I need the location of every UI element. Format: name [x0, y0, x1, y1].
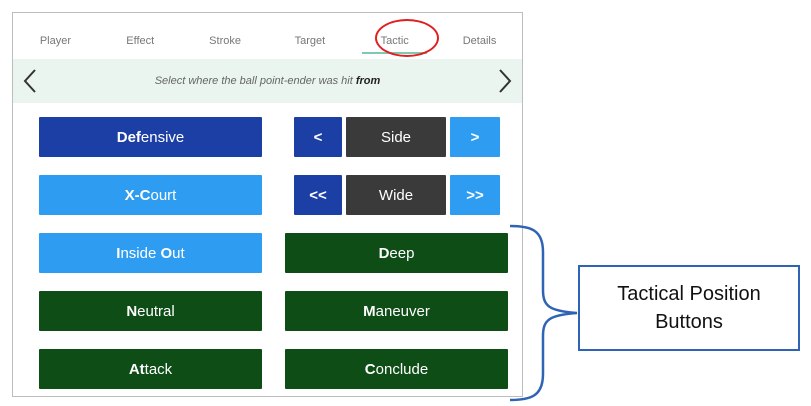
wide-value-display: Wide [346, 175, 446, 215]
wide-next-button[interactable]: >> [450, 175, 500, 215]
conclude-button[interactable]: Conclude [285, 349, 508, 389]
tactical-position-callout: Tactical Position Buttons [578, 265, 800, 351]
button-label-strong: D [378, 244, 390, 262]
button-label-strong: C [364, 360, 376, 378]
tab-bar: Player Effect Stroke Target Tactic Detai… [13, 13, 522, 57]
button-label: ourt [150, 186, 177, 204]
button-label-strong: N [126, 302, 138, 320]
deep-button[interactable]: Deep [285, 233, 508, 273]
button-label: ut [172, 244, 185, 262]
button-label-strong: X-C [124, 186, 151, 204]
button-label: Wide [378, 186, 414, 204]
button-label: eutral [137, 302, 175, 320]
button-label: Side [380, 128, 412, 146]
button-label: > [470, 128, 480, 146]
tab-label: Target [294, 35, 326, 47]
hint-bar: Select where the ball point-ender was hi… [13, 59, 522, 103]
tab-label: Player [39, 35, 71, 47]
button-label-strong: O [160, 244, 173, 262]
curly-bracket-icon [509, 224, 578, 402]
callout-line2: Buttons [655, 311, 723, 333]
tab-label: Stroke [209, 35, 241, 47]
tab-label: Details [462, 35, 497, 47]
button-label-strong: M [363, 302, 376, 320]
hint-emphasis: from [355, 75, 381, 87]
tab-details[interactable]: Details [437, 13, 522, 57]
attack-button[interactable]: At tack [39, 349, 262, 389]
button-label: nside [120, 244, 161, 262]
tab-label: Effect [126, 35, 155, 47]
tab-player[interactable]: Player [13, 13, 98, 57]
button-label: < [313, 128, 323, 146]
button-label-strong: At [128, 360, 145, 378]
button-label: aneuver [375, 302, 430, 320]
tab-label: Tactic [380, 35, 409, 47]
button-label: << [309, 186, 327, 204]
button-label: onclude [375, 360, 429, 378]
hint-text: Select where the ball point-ender was hi… [155, 75, 381, 87]
side-previous-button[interactable]: < [294, 117, 342, 157]
defensive-button[interactable]: Def ensive [39, 117, 262, 157]
callout-line1: Tactical Position [617, 283, 761, 305]
button-label: ensive [140, 128, 185, 146]
button-label: tack [144, 360, 173, 378]
wide-previous-button[interactable]: << [294, 175, 342, 215]
inside-out-button[interactable]: Inside Out [39, 233, 262, 273]
side-value-display: Side [346, 117, 446, 157]
button-label-strong: Def [116, 128, 141, 146]
side-next-button[interactable]: > [450, 117, 500, 157]
button-label: eep [389, 244, 415, 262]
tab-tactic[interactable]: Tactic [352, 13, 437, 57]
tab-stroke[interactable]: Stroke [183, 13, 268, 57]
maneuver-button[interactable]: Maneuver [285, 291, 508, 331]
app-panel: Player Effect Stroke Target Tactic Detai… [12, 12, 523, 397]
neutral-button[interactable]: Neutral [39, 291, 262, 331]
button-label: >> [466, 186, 484, 204]
tab-effect[interactable]: Effect [98, 13, 183, 57]
x-court-button[interactable]: X-C ourt [39, 175, 262, 215]
previous-arrow-icon[interactable] [15, 59, 45, 103]
next-arrow-icon[interactable] [490, 59, 520, 103]
tab-target[interactable]: Target [267, 13, 352, 57]
hint-prefix: Select where the ball point-ender was hi… [154, 75, 356, 87]
